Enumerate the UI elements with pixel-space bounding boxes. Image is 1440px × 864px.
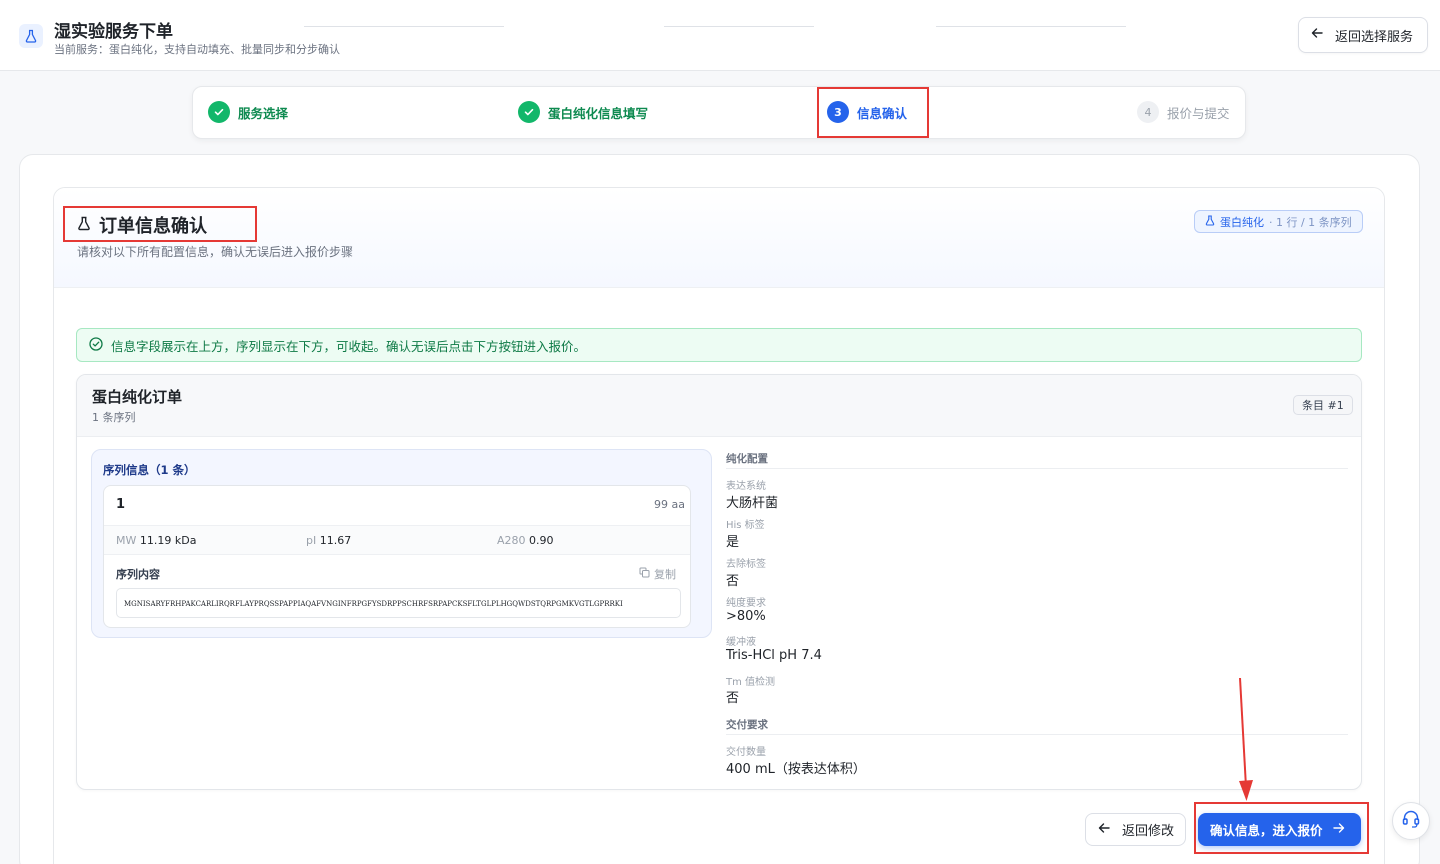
progress-stepper [192,86,1246,139]
step-connector [664,26,814,27]
flask-icon [19,24,43,48]
back-to-edit-label: 返回修改 [1122,824,1175,839]
field-delivery-quantity-label: 交付数量 [726,747,766,758]
step-connector [936,26,1126,27]
highlight-box [63,206,257,242]
top-header: 湿实验服务下单 当前服务：蛋白纯化，支持自动填充、批量同步和分步确认 返回选择服… [0,0,1440,71]
notice-text: 信息字段展示在上方，序列显示在下方，可收起。确认无误后点击下方按钮进入报价。 [111,338,587,354]
field-purity-value: >80% [726,609,766,624]
field-his-tag-label: His 标签 [726,520,765,531]
copy-sequence-button[interactable]: 复制 [639,566,676,582]
field-expression-system-value: 大肠杆菌 [726,496,779,511]
customer-support-button[interactable] [1392,802,1430,840]
item-tag: 条目 #1 [1293,395,1353,415]
copy-label: 复制 [654,568,676,581]
step-number: 4 [1137,101,1159,123]
check-icon [208,101,230,123]
sequence-content-label: 序列内容 [116,568,160,581]
delivery-section-title: 交付要求 [726,719,768,731]
back-to-service-label: 返回选择服务 [1335,29,1414,45]
field-expression-system-label: 表达系统 [726,481,766,492]
metric-mw: MW 11.19 kDa [116,534,197,547]
step-quote-submit[interactable]: 4 报价与提交 [1137,101,1230,123]
purification-section-title: 纯化配置 [726,453,768,465]
field-tm-value: 否 [726,691,740,706]
order-card-header [77,375,1361,437]
step-connector [304,26,504,27]
back-to-service-button[interactable]: 返回选择服务 [1298,17,1428,53]
back-to-edit-button[interactable]: 返回修改 [1085,813,1186,846]
highlight-box [817,87,929,138]
section-divider [726,468,1348,469]
info-notice: 信息字段展示在上方，序列显示在下方，可收起。确认无误后点击下方按钮进入报价。 [76,328,1362,362]
step-label: 服务选择 [238,105,289,121]
sequence-panel-title: 序列信息（1 条） [103,463,196,477]
order-title: 蛋白纯化订单 [92,388,183,406]
confirm-description: 请核对以下所有配置信息，确认无误后进入报价步骤 [77,245,354,259]
metric-a280: A280 0.90 [497,534,554,547]
service-tag-meta: · 1 行 / 1 条序列 [1269,215,1352,229]
step-label: 报价与提交 [1167,105,1230,121]
field-buffer-label: 缓冲液 [726,637,756,648]
page-subtitle: 当前服务：蛋白纯化，支持自动填充、批量同步和分步确认 [54,43,340,56]
service-tag: 蛋白纯化 · 1 行 / 1 条序列 [1194,210,1363,233]
field-remove-tag-label: 去除标签 [726,559,766,570]
page-title: 湿实验服务下单 [54,22,173,42]
arrow-left-icon [1311,27,1323,43]
sequence-length: 99 aa [654,498,685,511]
step-service-select[interactable]: 服务选择 [208,101,288,123]
sequence-content-field[interactable]: MGNISARYFRHPAKCARLIRQRFLAYPRQSSPAPPIAQAF… [116,588,681,618]
metric-pi: pI 11.67 [306,534,352,547]
field-buffer-value: Tris-HCl pH 7.4 [726,648,822,663]
flask-icon [1205,214,1215,229]
field-purity-label: 纯度要求 [726,598,766,609]
service-tag-name: 蛋白纯化 [1220,215,1264,229]
order-sequence-count: 1 条序列 [92,411,136,424]
step-label: 蛋白纯化信息填写 [548,105,649,121]
field-tm-label: Tm 值检测 [726,677,776,688]
field-his-tag-value: 是 [726,535,740,550]
highlight-box [1194,802,1369,854]
check-icon [518,101,540,123]
annotation-arrow [1239,677,1253,801]
headset-icon [1401,809,1421,833]
copy-icon [639,567,650,581]
field-delivery-quantity-value: 400 mL（按表达体积） [726,762,866,777]
field-remove-tag-value: 否 [726,574,740,589]
arrow-left-icon [1098,822,1110,838]
check-circle-icon [89,336,103,354]
sequence-name: 1 [116,497,126,512]
step-info-fill[interactable]: 蛋白纯化信息填写 [518,101,648,123]
